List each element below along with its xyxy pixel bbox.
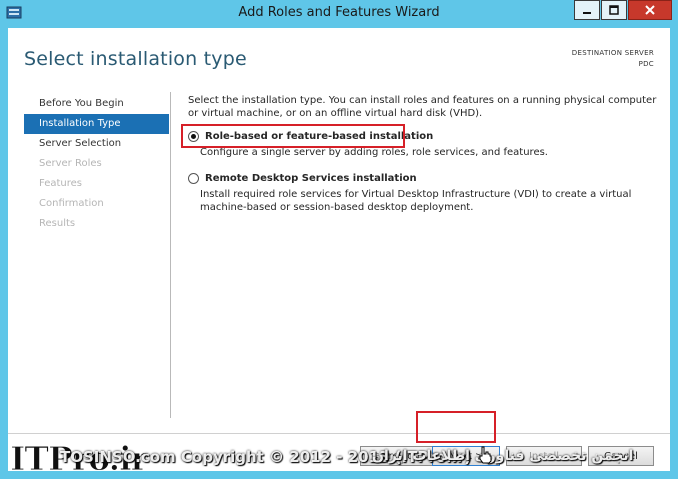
wizard-window: Add Roles and Features Wizard Select ins… bbox=[0, 0, 678, 479]
destination-server-name: PDC bbox=[638, 60, 654, 68]
intro-text: Select the installation type. You can in… bbox=[188, 95, 657, 119]
radio-role-based[interactable] bbox=[188, 130, 199, 142]
destination-server: DESTINATION SERVER PDC bbox=[572, 48, 654, 70]
nav-divider bbox=[170, 92, 171, 418]
wizard-nav: Before You Begin Installation Type Serve… bbox=[24, 94, 169, 234]
minimize-button[interactable] bbox=[574, 0, 600, 20]
nav-item-before-you-begin[interactable]: Before You Begin bbox=[24, 94, 169, 114]
footer-divider bbox=[8, 433, 670, 434]
watermark-farsi: انجمن تخصصی فناوری اطلاعات ایران bbox=[372, 448, 634, 464]
nav-item-server-roles: Server Roles bbox=[39, 158, 102, 169]
window-controls bbox=[574, 0, 672, 20]
close-button[interactable] bbox=[628, 0, 672, 20]
nav-item-results: Results bbox=[39, 218, 76, 229]
maximize-icon bbox=[609, 5, 619, 15]
option-description: Install required role services for Virtu… bbox=[200, 189, 632, 213]
option-label[interactable]: Remote Desktop Services installation bbox=[205, 173, 417, 184]
nav-item-features: Features bbox=[39, 178, 82, 189]
hand-cursor-icon bbox=[479, 446, 492, 464]
next-highlight-box bbox=[416, 411, 496, 443]
close-icon bbox=[645, 5, 655, 15]
main-content: Select the installation type. You can in… bbox=[181, 94, 660, 214]
maximize-button[interactable] bbox=[601, 0, 627, 20]
wizard-body: Select installation type DESTINATION SER… bbox=[8, 28, 670, 471]
destination-label: DESTINATION SERVER bbox=[571, 49, 654, 57]
selection-highlight-box bbox=[181, 124, 405, 148]
radio-remote-desktop[interactable] bbox=[188, 172, 199, 184]
option-role-based[interactable]: Role-based or feature-based installation… bbox=[181, 124, 660, 159]
minimize-icon bbox=[583, 12, 591, 14]
nav-item-server-selection[interactable]: Server Selection bbox=[24, 134, 169, 154]
nav-item-confirmation: Confirmation bbox=[39, 198, 104, 209]
nav-item-installation-type[interactable]: Installation Type bbox=[24, 114, 169, 134]
page-title: Select installation type bbox=[24, 48, 247, 70]
title-bar[interactable]: Add Roles and Features Wizard bbox=[0, 0, 678, 28]
option-remote-desktop[interactable]: Remote Desktop Services installation Ins… bbox=[188, 169, 660, 214]
